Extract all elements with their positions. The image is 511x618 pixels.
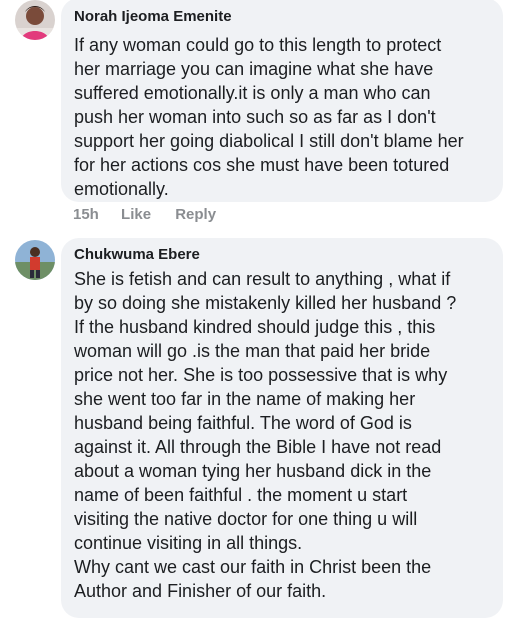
avatar-image	[15, 0, 55, 40]
comment-text: If any woman could go to this length to …	[74, 35, 464, 199]
comment-timestamp[interactable]: 15h	[73, 206, 99, 223]
avatar[interactable]	[15, 240, 55, 280]
reply-button[interactable]: Reply	[175, 206, 216, 223]
comment: Norah Ijeoma Emenite If any woman could …	[0, 0, 511, 230]
comment-author[interactable]: Norah Ijeoma Emenite	[74, 8, 232, 25]
avatar[interactable]	[15, 0, 55, 40]
comment-actions: 15h Like Reply	[73, 206, 236, 223]
like-button[interactable]: Like	[121, 206, 151, 223]
comment-author[interactable]: Chukwuma Ebere	[74, 246, 200, 263]
comment: Chukwuma Ebere She is fetish and can res…	[0, 236, 511, 618]
comment-text: She is fetish and can result to anything…	[74, 269, 457, 601]
avatar-image	[15, 240, 55, 280]
